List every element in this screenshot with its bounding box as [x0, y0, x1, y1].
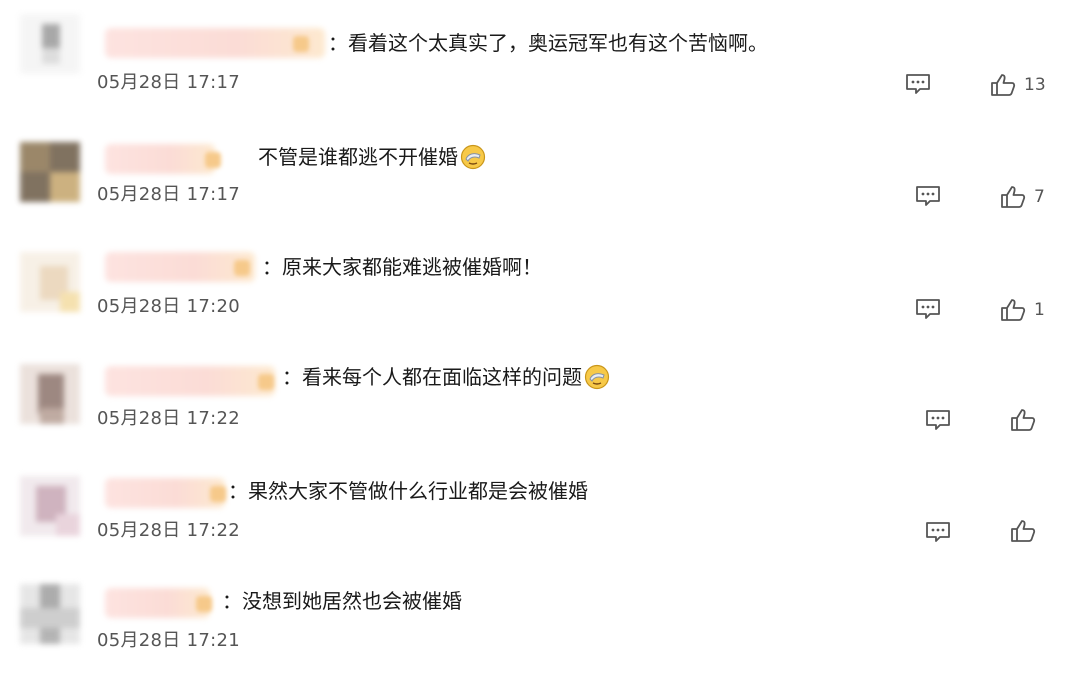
- username[interactable]: [105, 28, 325, 58]
- thumbs-up-icon: [990, 73, 1016, 97]
- user-badge: [258, 374, 274, 390]
- timestamp: 05月28日 17:17: [97, 72, 241, 93]
- timestamp: 05月28日 17:22: [97, 408, 241, 429]
- comment-list: ：看着这个太真实了，奥运冠军也有这个苦恼啊。 05月28日 17:17 13 不…: [0, 0, 1080, 680]
- username[interactable]: [105, 366, 275, 396]
- avatar[interactable]: [20, 252, 80, 312]
- like-count: 1: [1034, 300, 1045, 320]
- thumbs-up-icon: [1010, 408, 1036, 432]
- like-button[interactable]: [1010, 519, 1044, 543]
- avatar[interactable]: [20, 142, 80, 202]
- facepalm-emoji-icon: [584, 364, 610, 390]
- timestamp: 05月28日 17:22: [97, 520, 241, 541]
- username[interactable]: [105, 588, 210, 618]
- comment-item: ：没想到她居然也会被催婚 05月28日 17:21: [0, 560, 1080, 672]
- reply-button[interactable]: [924, 408, 952, 432]
- like-count: 13: [1024, 75, 1046, 95]
- user-badge: [196, 596, 212, 612]
- comment-bubble-icon: [914, 297, 942, 321]
- comment-bubble-icon: [914, 184, 942, 208]
- avatar[interactable]: [20, 584, 80, 644]
- comment-text: ：果然大家不管做什么行业都是会被催婚: [228, 479, 588, 503]
- timestamp: 05月28日 17:20: [97, 296, 241, 317]
- user-badge: [210, 486, 226, 502]
- timestamp: 05月28日 17:17: [97, 184, 241, 205]
- comment-item: ：看着这个太真实了，奥运冠军也有这个苦恼啊。 05月28日 17:17 13: [0, 0, 1080, 112]
- comment-bubble-icon: [904, 72, 932, 96]
- thumbs-up-icon: [1010, 519, 1036, 543]
- username[interactable]: [105, 144, 215, 174]
- reply-button[interactable]: [914, 297, 942, 321]
- like-count: 7: [1034, 187, 1045, 207]
- comment-text: ：原来大家都能难逃被催婚啊！: [262, 255, 542, 279]
- thumbs-up-icon: [1000, 185, 1026, 209]
- avatar[interactable]: [20, 364, 80, 424]
- comment-text: ：看来每个人都在面临这样的问题: [282, 362, 610, 392]
- facepalm-emoji-icon: [460, 144, 486, 170]
- reply-button[interactable]: [914, 184, 942, 208]
- comment-item: ：果然大家不管做什么行业都是会被催婚 05月28日 17:22: [0, 448, 1080, 560]
- comment-bubble-icon: [924, 520, 952, 544]
- username[interactable]: [105, 252, 255, 282]
- username[interactable]: [105, 478, 225, 508]
- comment-bubble-icon: [924, 408, 952, 432]
- user-badge: [234, 260, 250, 276]
- avatar[interactable]: [20, 14, 80, 74]
- user-badge: [293, 36, 309, 52]
- avatar[interactable]: [20, 476, 80, 536]
- comment-text: 不管是谁都逃不开催婚: [258, 142, 486, 172]
- comment-item: ：看来每个人都在面临这样的问题 05月28日 17:22: [0, 336, 1080, 448]
- comment-item: 不管是谁都逃不开催婚 05月28日 17:17 7: [0, 112, 1080, 224]
- reply-button[interactable]: [904, 72, 932, 96]
- like-button[interactable]: [1010, 408, 1044, 432]
- like-button[interactable]: 1: [1000, 298, 1045, 322]
- like-button[interactable]: 13: [990, 73, 1046, 97]
- like-button[interactable]: 7: [1000, 185, 1045, 209]
- reply-button[interactable]: [924, 520, 952, 544]
- comment-text: ：没想到她居然也会被催婚: [222, 589, 462, 613]
- thumbs-up-icon: [1000, 298, 1026, 322]
- comment-text: ：看着这个太真实了，奥运冠军也有这个苦恼啊。: [328, 31, 768, 55]
- timestamp: 05月28日 17:21: [97, 630, 241, 651]
- comment-item: ：原来大家都能难逃被催婚啊！ 05月28日 17:20 1: [0, 224, 1080, 336]
- user-badge: [205, 152, 221, 168]
